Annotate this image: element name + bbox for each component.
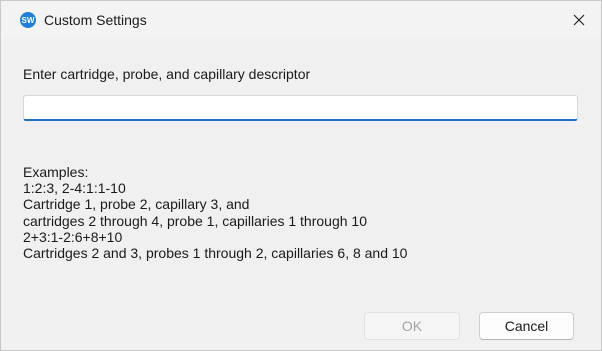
descriptor-input[interactable] [23,95,578,121]
cancel-button[interactable]: Cancel [479,312,574,340]
example-line: Cartridge 1, probe 2, capillary 3, and [23,196,250,213]
examples-block: Examples: 1:2:3, 2-4:1:1-10 Cartridge 1,… [23,164,407,261]
example-line: Cartridges 2 and 3, probes 1 through 2, … [23,245,408,262]
examples-heading: Examples: [23,164,89,180]
dialog-window: SW Custom Settings Enter cartridge, prob… [0,0,602,351]
window-title: Custom Settings [44,12,147,28]
sw-logo-icon: SW [20,12,36,28]
close-button[interactable] [557,1,601,39]
ok-button[interactable]: OK [364,312,460,340]
close-icon [573,14,585,26]
example-line: 1:2:3, 2-4:1:1-10 [23,180,126,197]
svg-text:SW: SW [22,16,35,25]
example-line: cartridges 2 through 4, probe 1, capilla… [23,212,367,229]
example-line: 2+3:1-2:6+8+10 [23,228,123,245]
title-bar: SW Custom Settings [1,1,601,39]
descriptor-prompt-label: Enter cartridge, probe, and capillary de… [23,66,311,82]
